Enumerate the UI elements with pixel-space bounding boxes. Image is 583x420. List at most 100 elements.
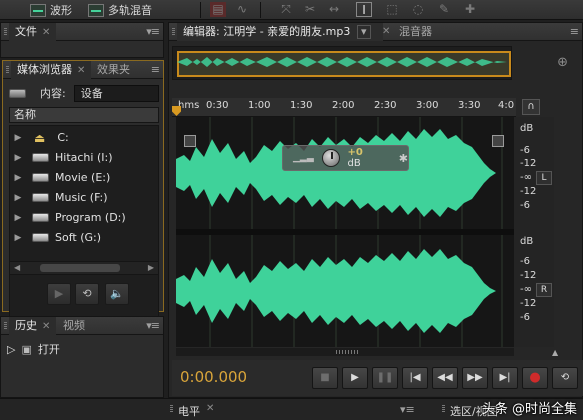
spectral-frequency-icon[interactable]: ▤	[210, 2, 226, 17]
multitrack-view-button[interactable]: 多轨混音	[84, 1, 156, 19]
tab-mixer[interactable]: 混音器	[393, 23, 438, 41]
time-selection-tool-icon[interactable]: I	[356, 2, 372, 17]
grip-icon[interactable]	[442, 405, 445, 413]
panel-menu-icon[interactable]: ▾≡	[146, 25, 160, 38]
scrollbar-thumb[interactable]	[40, 264, 120, 272]
list-item[interactable]: ▶ ⏏ C:	[10, 128, 158, 147]
slip-tool-icon[interactable]: ↔	[326, 2, 342, 17]
left-channel-waveform[interactable]	[176, 117, 514, 229]
drive-icon	[32, 233, 49, 242]
spectral-pitch-icon[interactable]: ∿	[234, 2, 250, 17]
rewind-button[interactable]: ◀◀	[432, 367, 458, 389]
tab-video[interactable]: 视频	[57, 317, 91, 335]
pause-button[interactable]: ❚❚	[372, 367, 398, 389]
list-item[interactable]: ▶ Hitachi (I:)	[10, 148, 158, 167]
loop-preview-button[interactable]: ⟲	[75, 283, 99, 305]
grip-icon[interactable]	[170, 405, 173, 413]
volume-hud[interactable]: ▁▂▃ +0 dB ✱	[282, 145, 409, 171]
content-select[interactable]: 设备	[73, 84, 159, 102]
play-preview-button[interactable]: ▶	[47, 283, 71, 305]
waveform-overview[interactable]	[172, 46, 512, 80]
scroll-up-icon[interactable]: ▲	[552, 348, 558, 357]
device-icon	[9, 88, 26, 98]
panel-menu-icon[interactable]: ▾≡	[146, 319, 160, 332]
name-column-header[interactable]: 名称	[9, 107, 159, 123]
grip-icon[interactable]	[4, 322, 7, 330]
scroll-right-icon[interactable]: ▶	[148, 262, 154, 274]
fade-in-handle-icon[interactable]	[184, 135, 196, 147]
close-icon[interactable]: ✕	[382, 26, 390, 37]
brush-tool-icon[interactable]: ✎	[436, 2, 452, 17]
file-dropdown[interactable]: ▾	[357, 25, 371, 39]
pin-icon[interactable]: ✱	[399, 152, 408, 165]
zoom-navigator-icon[interactable]: ⊕	[557, 55, 568, 70]
stop-button[interactable]: ■	[312, 367, 338, 389]
record-button[interactable]: ●	[522, 367, 548, 389]
loop-playback-button[interactable]: ⟲	[552, 367, 578, 389]
scroll-left-icon[interactable]: ◀	[14, 262, 20, 274]
current-time-display[interactable]: 0:00.000	[180, 368, 247, 386]
multitrack-view-label: 多轨混音	[108, 4, 152, 17]
zoom-scrollbar[interactable]	[176, 348, 514, 356]
panel-menu-icon[interactable]: ▾≡	[400, 403, 415, 416]
expand-arrow-icon[interactable]: ▶	[10, 193, 26, 203]
fast-forward-button[interactable]: ▶▶	[462, 367, 488, 389]
marquee-tool-icon[interactable]: ⬚	[384, 2, 400, 17]
right-channel-toggle[interactable]: R	[536, 283, 552, 297]
scroll-grip-icon[interactable]	[336, 350, 360, 354]
expand-arrow-icon[interactable]: ▶	[10, 153, 26, 163]
time-ruler[interactable]: hms 0:30 1:00 1:30 2:00 2:30 3:00 3:30 4…	[172, 98, 516, 117]
db-label: -12	[520, 298, 537, 309]
horizontal-scrollbar[interactable]: ◀ ▶	[9, 261, 159, 275]
go-to-end-button[interactable]: ▶|	[492, 367, 518, 389]
tree-item-label: Program (D:)	[55, 211, 126, 224]
history-tabs: 历史 ✕ 视频 ▾≡	[1, 317, 163, 335]
close-icon[interactable]: ✕	[77, 65, 85, 76]
auto-play-button[interactable]: 🔈	[105, 283, 129, 305]
grip-icon[interactable]	[4, 28, 7, 36]
expand-arrow-icon[interactable]: ▶	[10, 173, 26, 183]
ruler-unit-label: hms	[178, 100, 200, 111]
razor-tool-icon[interactable]: ✂	[302, 2, 318, 17]
tab-files[interactable]: 文件 ✕	[9, 23, 57, 41]
fade-out-handle-icon[interactable]	[492, 135, 504, 147]
headphone-monitor-icon[interactable]: ∩	[522, 99, 540, 115]
play-button[interactable]: ▶	[342, 367, 368, 389]
list-item[interactable]: ▶ Movie (E:)	[10, 168, 158, 187]
panel-menu-icon[interactable]: ≡	[570, 25, 579, 38]
level-bars-icon: ▁▂▃	[293, 153, 314, 163]
left-channel-wave-svg	[176, 117, 503, 229]
tab-history[interactable]: 历史 ✕	[9, 317, 57, 335]
tab-levels[interactable]: 电平	[178, 403, 200, 419]
close-icon[interactable]: ✕	[42, 27, 50, 38]
volume-knob[interactable]	[321, 149, 340, 167]
waveform-view-button[interactable]: 波形	[26, 1, 76, 19]
go-to-start-button[interactable]: |◀	[402, 367, 428, 389]
close-icon[interactable]: ✕	[42, 321, 50, 332]
grip-icon[interactable]	[6, 66, 9, 74]
tree-item-label: C:	[57, 131, 69, 144]
tab-editor-label: 编辑器: 江明学 - 亲爱的朋友.mp3	[183, 25, 351, 38]
tab-editor[interactable]: 编辑器: 江明学 - 亲爱的朋友.mp3	[177, 23, 383, 41]
spot-healing-tool-icon[interactable]: ✚	[462, 2, 478, 17]
left-channel-toggle[interactable]: L	[536, 171, 552, 185]
expand-arrow-icon[interactable]: ▶	[10, 233, 26, 243]
close-icon[interactable]: ✕	[206, 403, 214, 414]
list-item[interactable]: ▶ Music (F:)	[10, 188, 158, 207]
list-item[interactable]: ▶ Soft (G:)	[10, 228, 158, 247]
files-panel-tabs: 文件 ✕ ▾≡	[1, 23, 163, 41]
right-channel-waveform[interactable]	[176, 235, 514, 347]
tab-media-browser[interactable]: 媒体浏览器 ✕	[11, 61, 92, 79]
tab-effects-rack[interactable]: 效果夹	[91, 61, 136, 79]
panel-menu-icon[interactable]: ≡	[151, 63, 160, 76]
move-tool-icon[interactable]: ⤧	[278, 2, 294, 17]
history-pointer-icon: ▷	[7, 342, 16, 356]
grip-icon[interactable]	[172, 28, 175, 36]
lasso-tool-icon[interactable]: ◌	[410, 2, 426, 17]
expand-arrow-icon[interactable]: ▶	[10, 213, 26, 223]
tab-video-label: 视频	[63, 319, 85, 332]
expand-arrow-icon[interactable]: ▶	[10, 133, 26, 143]
list-item[interactable]: ▶ Program (D:)	[10, 208, 158, 227]
history-item[interactable]: ▷ ▣ 打开	[7, 339, 60, 359]
tree-item-label: Music (F:)	[55, 191, 108, 204]
